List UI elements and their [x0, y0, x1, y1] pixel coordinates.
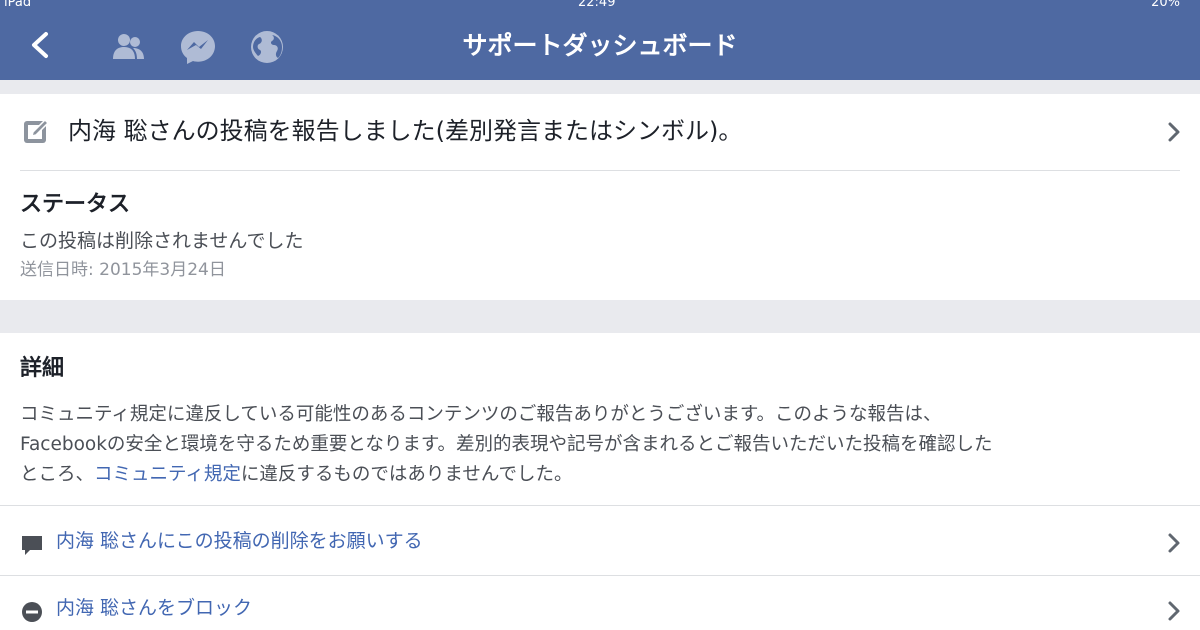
divider [0, 505, 1200, 506]
status-heading: ステータス [20, 192, 131, 217]
details-heading: 詳細 [20, 356, 65, 381]
device-label: iPad [4, 0, 32, 10]
speech-bubble-icon [22, 536, 42, 555]
community-standards-link[interactable]: コミュニティ規定 [94, 464, 241, 485]
block-user-row[interactable]: 内海 聡さんをブロック [0, 578, 1200, 630]
request-removal-label: 内海 聡さんにこの投稿の削除をお願いする [56, 530, 423, 552]
edit-icon [24, 118, 50, 143]
chevron-right-icon [1168, 533, 1180, 553]
details-body: コミュニティ規定に違反している可能性のあるコンテンツのご報告ありがとうございます… [20, 400, 1180, 490]
details-card: 詳細 コミュニティ規定に違反している可能性のあるコンテンツのご報告ありがとうござ… [0, 333, 1200, 630]
report-row[interactable]: 内海 聡さんの投稿を報告しました(差別発言またはシンボル)。 [0, 94, 1200, 170]
block-icon [22, 602, 42, 622]
details-text: に違反するものではありませんでした。 [240, 464, 573, 485]
report-status-card: 内海 聡さんの投稿を報告しました(差別発言またはシンボル)。 ステータス この投… [0, 94, 1200, 300]
sent-date: 送信日時: 2015年3月24日 [20, 260, 226, 280]
chevron-right-icon [1168, 601, 1180, 621]
nav-bar: サポートダッシュボード [0, 14, 1200, 80]
status-bar: iPad 22:49 20% [0, 0, 1200, 14]
battery-percent: 20% [1151, 0, 1180, 10]
details-text: ところ、 [20, 464, 95, 485]
chevron-right-icon [1168, 122, 1180, 142]
details-line: コミュニティ規定に違反している可能性のあるコンテンツのご報告ありがとうございます… [20, 404, 942, 425]
details-line: Facebookの安全と環境を守るため重要となります。差別的表現や記号が含まれる… [20, 434, 993, 455]
page-title: サポートダッシュボード [462, 31, 738, 60]
report-summary: 内海 聡さんの投稿を報告しました(差別発言またはシンボル)。 [68, 117, 743, 145]
block-user-label: 内海 聡さんをブロック [56, 597, 253, 619]
details-line: ところ、コミュニティ規定に違反するものではありませんでした。 [20, 460, 1180, 490]
request-removal-row[interactable]: 内海 聡さんにこの投稿の削除をお願いする [0, 508, 1200, 576]
divider [0, 575, 1200, 576]
clock: 22:49 [578, 0, 616, 10]
status-text: この投稿は削除されませんでした [20, 230, 304, 252]
divider [20, 170, 1180, 171]
